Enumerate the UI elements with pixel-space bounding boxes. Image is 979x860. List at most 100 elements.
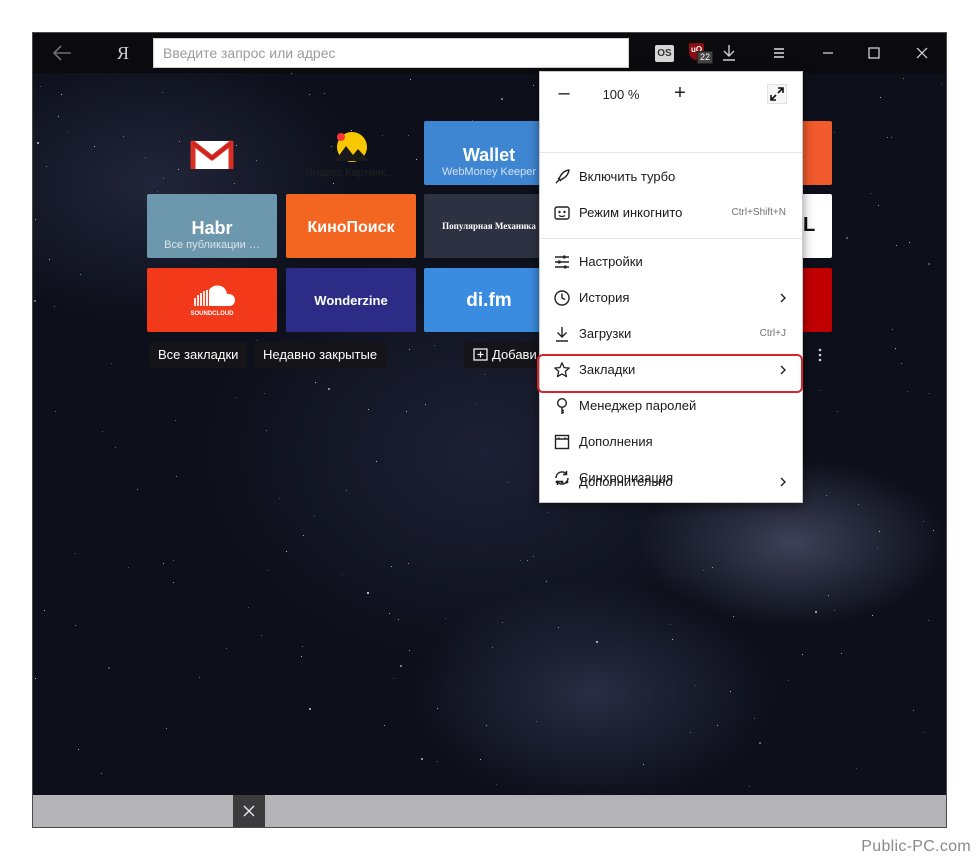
star bbox=[157, 191, 158, 192]
recently-closed-button[interactable]: Недавно закрытые bbox=[254, 342, 387, 368]
fullscreen-button[interactable] bbox=[767, 84, 787, 104]
star bbox=[367, 592, 369, 594]
menu-item-downloads[interactable]: Загрузки Ctrl+J bbox=[540, 316, 802, 352]
bottom-panel bbox=[33, 795, 946, 827]
download-icon bbox=[723, 45, 735, 61]
star bbox=[286, 551, 287, 552]
back-button[interactable] bbox=[49, 41, 77, 65]
gmail-icon bbox=[190, 140, 234, 169]
star bbox=[858, 504, 859, 505]
minimize-icon bbox=[823, 52, 833, 54]
menu-item-extensions[interactable]: Дополнения bbox=[540, 424, 802, 460]
downloads-button[interactable] bbox=[717, 41, 741, 65]
star bbox=[507, 482, 508, 483]
close-icon bbox=[916, 47, 928, 59]
chevron-right-icon bbox=[780, 477, 786, 487]
tile-gmail[interactable] bbox=[147, 121, 277, 185]
star bbox=[759, 742, 761, 744]
main-menu-button[interactable] bbox=[767, 41, 791, 65]
address-bar[interactable]: Введите запрос или адрес bbox=[153, 38, 629, 68]
tile-soundcloud[interactable]: SOUNDCLOUD bbox=[147, 268, 277, 332]
star bbox=[101, 773, 102, 774]
star bbox=[749, 786, 750, 787]
tile-title: Wonderzine bbox=[314, 293, 388, 308]
star bbox=[437, 708, 438, 709]
tile-wonderzine[interactable]: Wonderzine bbox=[286, 268, 416, 332]
chevron-right-icon bbox=[780, 293, 786, 303]
star bbox=[913, 710, 914, 711]
star bbox=[176, 476, 177, 477]
star bbox=[40, 86, 41, 87]
star bbox=[35, 219, 36, 220]
menu-item-incognito[interactable]: Режим инкогнито Ctrl+Shift+N bbox=[540, 195, 802, 231]
tile-brand-text: SOUNDCLOUD bbox=[190, 311, 234, 317]
star bbox=[145, 157, 146, 158]
tile-popular-mechanics[interactable]: Популярная Механика bbox=[424, 194, 554, 258]
star bbox=[302, 646, 303, 647]
all-bookmarks-button[interactable]: Все закладки bbox=[149, 342, 248, 368]
star bbox=[398, 619, 399, 620]
star bbox=[520, 560, 521, 561]
star bbox=[346, 490, 347, 491]
star bbox=[80, 274, 81, 275]
tile-kinopoisk[interactable]: КиноПоиск bbox=[286, 194, 416, 258]
star bbox=[546, 581, 547, 582]
star bbox=[162, 92, 163, 93]
add-bookmark-button[interactable]: Добави bbox=[464, 342, 544, 368]
star bbox=[703, 570, 704, 571]
zoom-out-button[interactable]: – bbox=[554, 83, 574, 104]
star bbox=[115, 447, 116, 448]
menu-item-turbo[interactable]: Включить турбо bbox=[540, 159, 802, 195]
shortcut-hint: Ctrl+J bbox=[759, 328, 786, 339]
tile-wallet[interactable]: Wallet WebMoney Keeper bbox=[424, 121, 554, 185]
star bbox=[445, 618, 446, 619]
tile-partial-2[interactable]: L bbox=[798, 194, 832, 258]
star bbox=[137, 489, 138, 490]
star bbox=[409, 650, 410, 651]
tile-partial-1[interactable] bbox=[798, 121, 832, 185]
star bbox=[314, 516, 315, 517]
zoom-level: 100 % bbox=[602, 87, 640, 102]
highlight-frame bbox=[537, 354, 803, 393]
download-icon bbox=[556, 327, 568, 342]
star bbox=[173, 582, 174, 583]
ublock-badge-count: 22 bbox=[697, 51, 714, 64]
tile-yandex-images[interactable]: Яндекс.Картинк… bbox=[286, 121, 416, 185]
star bbox=[788, 680, 789, 681]
close-panel-button[interactable] bbox=[233, 795, 265, 827]
star bbox=[492, 647, 493, 648]
star bbox=[909, 242, 910, 243]
yandex-logo[interactable]: Я bbox=[113, 41, 133, 65]
watermark: Public-PC.com bbox=[861, 838, 971, 855]
star bbox=[486, 725, 487, 726]
tiles-more-button[interactable] bbox=[815, 346, 825, 364]
star bbox=[802, 654, 803, 655]
minimize-button[interactable] bbox=[805, 33, 851, 73]
star bbox=[393, 678, 394, 679]
browser-window: Я Введите запрос или адрес OS uO 22 Янде… bbox=[32, 32, 947, 828]
maximize-button[interactable] bbox=[851, 33, 897, 73]
star bbox=[834, 610, 835, 611]
tile-di-fm[interactable]: di.fm bbox=[424, 268, 554, 332]
menu-item-more[interactable]: Дополнительно bbox=[540, 464, 802, 500]
extension-os-icon[interactable]: OS bbox=[655, 45, 674, 62]
star bbox=[416, 159, 417, 160]
star bbox=[303, 535, 304, 536]
close-window-button[interactable] bbox=[899, 33, 945, 73]
menu-item-password-manager[interactable]: Менеджер паролей bbox=[540, 388, 802, 424]
menu-item-history[interactable]: История bbox=[540, 280, 802, 316]
zoom-in-button[interactable]: + bbox=[670, 83, 690, 104]
extensions-icon bbox=[554, 434, 570, 450]
star bbox=[484, 374, 485, 375]
star bbox=[166, 728, 167, 729]
star bbox=[501, 98, 503, 100]
menu-item-settings[interactable]: Настройки bbox=[540, 244, 802, 280]
arrow-left-icon bbox=[52, 45, 71, 61]
tile-habr[interactable]: Habr Все публикации … bbox=[147, 194, 277, 258]
star bbox=[315, 382, 316, 383]
shortcut-hint: Ctrl+Shift+N bbox=[731, 207, 786, 218]
tile-partial-3[interactable] bbox=[798, 268, 832, 332]
star bbox=[61, 94, 62, 95]
add-bookmark-label: Добави bbox=[492, 347, 537, 362]
ublock-extension-button[interactable]: uO 22 bbox=[689, 43, 714, 64]
